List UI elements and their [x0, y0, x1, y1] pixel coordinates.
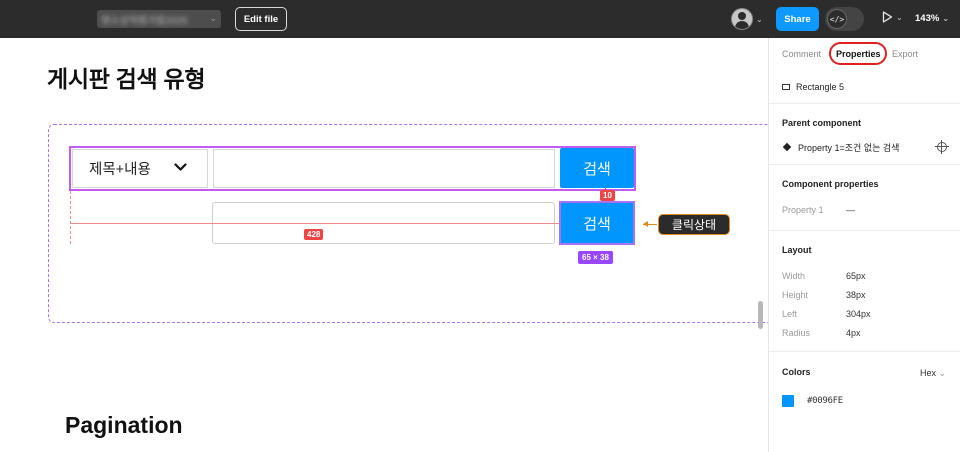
parent-component-link[interactable]: Property 1=조건 없는 검색 — [798, 141, 899, 154]
zoom-level: 143% — [915, 13, 940, 24]
present-button[interactable]: ⌄ — [882, 11, 903, 23]
rectangle-icon — [782, 84, 790, 90]
layout-left-label: Left — [782, 309, 798, 319]
tab-export[interactable]: Export — [892, 49, 918, 59]
measure-guide-horizontal — [70, 223, 560, 224]
layer-section: Rectangle 5 — [769, 70, 960, 104]
section-title-search: 게시판 검색 유형 — [47, 66, 206, 92]
share-button[interactable]: Share — [776, 7, 819, 31]
component-properties-title: Component properties — [782, 179, 879, 189]
file-name: 명소성적평가발2025 — [101, 15, 188, 27]
chevron-down-icon: ⌄ — [209, 13, 217, 23]
layout-radius-value: 4px — [846, 328, 861, 338]
search-button-clicked[interactable]: 검색 — [559, 201, 635, 245]
layout-width-label: Width — [782, 271, 806, 281]
canvas-scrollbar[interactable] — [758, 301, 763, 329]
edit-file-button[interactable]: Edit file — [235, 7, 287, 31]
layout-section: Layout Width 65px Height 38px Left 304px… — [769, 231, 960, 352]
target-icon[interactable] — [935, 140, 949, 154]
avatar-icon — [731, 8, 753, 30]
layout-height-value: 38px — [846, 290, 866, 300]
layout-title: Layout — [782, 245, 812, 255]
parent-component-section: Parent component Property 1=조건 없는 검색 — [769, 104, 960, 165]
chevron-down-icon — [174, 163, 187, 171]
search-button[interactable]: 검색 — [560, 148, 634, 188]
search-input[interactable] — [213, 149, 555, 188]
component-diamond-icon — [782, 142, 792, 152]
color-format-select[interactable]: Hex ⌄ — [920, 368, 946, 379]
play-icon — [882, 11, 893, 23]
file-name-menu[interactable]: 명소성적평가발2025 ⌄ — [97, 10, 221, 28]
annotation-label: 클릭상태 — [658, 214, 730, 235]
panel-tabs: Comment Properties Export — [769, 38, 960, 70]
component-properties-section: Component properties Property 1 — — [769, 165, 960, 231]
layout-height-label: Height — [782, 290, 809, 300]
search-type-select[interactable]: 제목+내용 — [72, 149, 208, 188]
chevron-down-icon: ⌄ — [756, 14, 763, 24]
chevron-down-icon: ⌄ — [938, 368, 947, 378]
tab-comment[interactable]: Comment — [782, 49, 821, 59]
measure-guide-vertical — [70, 191, 71, 244]
color-swatch-icon[interactable] — [782, 395, 794, 407]
spacing-measure-badge: 10 — [600, 190, 615, 201]
layer-name: Rectangle 5 — [796, 82, 845, 92]
component-property-value: — — [846, 205, 855, 215]
colors-title: Colors — [782, 367, 811, 377]
color-hex-value[interactable]: #0096FE — [807, 396, 843, 406]
section-title-pagination: Pagination — [65, 412, 183, 438]
layout-width-value: 65px — [846, 271, 866, 281]
layout-left-value: 304px — [846, 309, 871, 319]
zoom-menu[interactable]: 143% ⌄ — [915, 13, 949, 24]
arrow-left-icon — [643, 221, 648, 227]
chevron-down-icon: ⌄ — [896, 12, 903, 22]
chevron-down-icon: ⌄ — [942, 14, 950, 23]
width-measure-badge: 428 — [304, 229, 324, 240]
layout-radius-label: Radius — [782, 328, 811, 338]
code-icon: </> — [827, 9, 847, 29]
selection-size-badge: 65 × 38 — [578, 251, 613, 264]
color-format-label: Hex — [920, 368, 937, 378]
top-toolbar: 명소성적평가발2025 ⌄ Edit file ⌄ Share </> ⌄ 14… — [0, 0, 960, 38]
inspect-panel: Comment Properties Export Rectangle 5 Pa… — [768, 38, 960, 452]
colors-section: Colors Hex ⌄ #0096FE — [769, 352, 960, 452]
dev-mode-toggle[interactable]: </> — [825, 7, 864, 31]
component-property-label: Property 1 — [782, 205, 824, 215]
parent-component-title: Parent component — [782, 118, 862, 128]
select-label: 제목+내용 — [89, 162, 151, 178]
tab-properties[interactable]: Properties — [836, 49, 881, 59]
user-menu[interactable]: ⌄ — [731, 8, 763, 30]
design-canvas[interactable]: 게시판 검색 유형 제목+내용 검색 10 428 검색 65 × 38 클릭상… — [0, 38, 768, 452]
